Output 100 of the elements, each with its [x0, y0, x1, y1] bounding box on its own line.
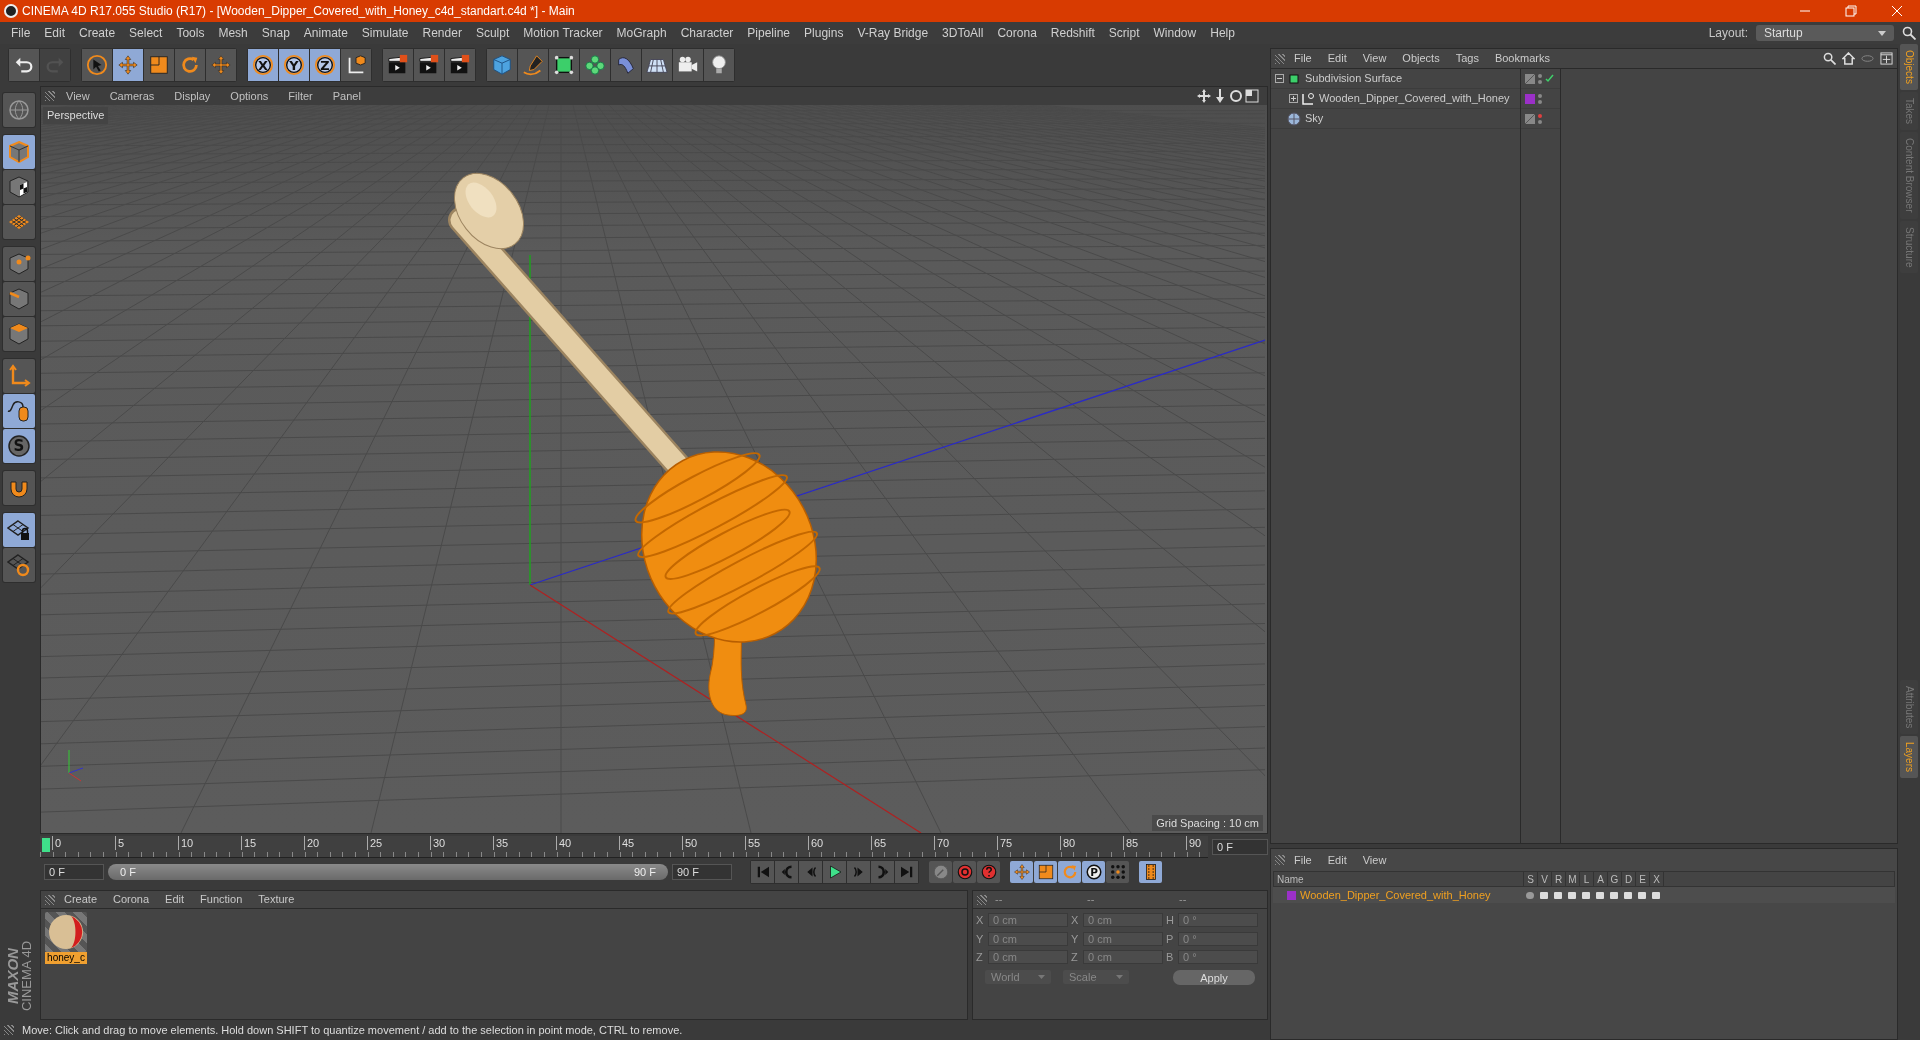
tool-button[interactable] — [414, 49, 444, 81]
enabled-check-icon[interactable] — [1545, 74, 1554, 83]
object-menu-item[interactable]: Tags — [1448, 50, 1486, 67]
material-swatch[interactable] — [45, 912, 87, 952]
material-menu-item[interactable]: Function — [193, 891, 250, 908]
move-arrows-icon — [117, 54, 139, 76]
viewport-menu-item[interactable]: View — [57, 87, 99, 105]
viewport-menu-item[interactable]: Panel — [323, 87, 370, 105]
object-name[interactable]: Wooden_Dipper_Covered_with_Honey — [1319, 90, 1510, 107]
tool-button[interactable] — [704, 49, 734, 81]
layout-dropdown[interactable]: Startup — [1756, 25, 1894, 41]
frame-range-slider[interactable]: 0 F 90 F — [108, 864, 668, 880]
current-frame-field[interactable]: 0 F — [1212, 839, 1268, 855]
menu-item[interactable]: 3DToAll — [935, 24, 991, 42]
menu-item[interactable]: V-Ray Bridge — [850, 24, 936, 42]
expand-icon[interactable] — [1289, 94, 1298, 103]
tool-button[interactable] — [673, 49, 703, 81]
material-name[interactable]: honey_c — [45, 952, 87, 964]
object-menu-item[interactable]: Objects — [1395, 50, 1447, 67]
material-menu-item[interactable]: Create — [57, 891, 105, 908]
layer-color-swatch[interactable] — [1287, 890, 1296, 900]
home-icon[interactable] — [1842, 52, 1855, 65]
clapperboard-icon — [449, 54, 471, 76]
end-frame-field[interactable]: 90 F — [672, 864, 732, 880]
menu-item[interactable]: Pipeline — [740, 24, 798, 42]
tool-button[interactable] — [445, 49, 475, 81]
new-panel-icon[interactable] — [1880, 52, 1893, 65]
orbit-icon[interactable] — [1229, 89, 1243, 103]
menu-item[interactable]: Select — [122, 24, 170, 42]
frame-number: 90 — [1186, 836, 1202, 850]
tool-button[interactable] — [3, 394, 35, 428]
material-menu-item[interactable]: Corona — [106, 891, 157, 908]
tool-button[interactable] — [3, 513, 35, 547]
frame-number: 10 — [178, 836, 194, 850]
menu-item[interactable]: Simulate — [354, 24, 416, 42]
tool-button[interactable] — [341, 49, 371, 81]
menu-item[interactable]: Character — [673, 24, 741, 42]
viewport-menu-item[interactable]: Display — [165, 87, 220, 105]
layer-menu-item[interactable]: View — [1355, 851, 1394, 869]
menu-item[interactable]: Sculpt — [468, 24, 517, 42]
menu-item[interactable]: Motion Tracker — [516, 24, 610, 42]
menu-item[interactable]: MoGraph — [609, 24, 674, 42]
menu-item[interactable]: Edit — [37, 24, 73, 42]
visibility-dots[interactable] — [1538, 93, 1542, 104]
tool-button[interactable] — [82, 49, 112, 81]
tool-button[interactable] — [549, 49, 579, 81]
viewport-menu-item[interactable]: Filter — [279, 87, 322, 105]
menu-item[interactable]: Plugins — [797, 24, 851, 42]
menu-item[interactable]: Window — [1146, 24, 1204, 42]
object-menu-item[interactable]: View — [1355, 50, 1394, 67]
object-name[interactable]: Subdivision Surface — [1305, 70, 1403, 87]
visibility-dots[interactable] — [1538, 113, 1542, 124]
menu-item[interactable]: Snap — [254, 24, 297, 42]
search-icon[interactable] — [1902, 26, 1916, 40]
maximize-icon[interactable] — [1245, 89, 1259, 103]
menu-item[interactable]: Script — [1101, 24, 1147, 42]
menu-item[interactable]: Render — [415, 24, 469, 42]
layer-menu-item[interactable]: Edit — [1320, 851, 1354, 869]
viewport-menu-item[interactable]: Cameras — [100, 87, 164, 105]
object-menu-item[interactable]: File — [1287, 50, 1319, 67]
scale-icon — [148, 54, 170, 76]
tool-button[interactable] — [9, 49, 39, 81]
menu-item[interactable]: Create — [72, 24, 123, 42]
viewport-menu-item[interactable]: Options — [221, 87, 278, 105]
menu-item[interactable]: Help — [1203, 24, 1242, 42]
tool-button[interactable] — [3, 170, 35, 204]
frame-number: 40 — [556, 836, 572, 850]
tool-button[interactable] — [383, 49, 413, 81]
collapse-icon[interactable] — [1275, 74, 1284, 83]
axis-label: H — [1166, 913, 1175, 928]
visibility-dots[interactable] — [1538, 73, 1542, 84]
menu-item[interactable]: File — [4, 24, 38, 42]
tool-button[interactable] — [823, 861, 846, 883]
tool-button[interactable]: P — [1082, 861, 1105, 883]
dropdown-caret-icon — [1116, 975, 1123, 979]
menu-item[interactable]: Mesh — [211, 24, 255, 42]
axis-label: X — [1071, 913, 1080, 928]
menu-item[interactable]: Animate — [296, 24, 355, 42]
menu-item[interactable]: Redshift — [1043, 24, 1102, 42]
menu-item[interactable]: Corona — [990, 24, 1044, 42]
layer-menu-item[interactable]: File — [1287, 851, 1319, 869]
side-tab[interactable]: Objects — [1900, 44, 1918, 90]
grip-icon — [1275, 53, 1285, 64]
material-menu-item[interactable]: Texture — [251, 891, 302, 908]
object-menu-item[interactable]: Bookmarks — [1487, 50, 1557, 67]
zoom-arrow-icon[interactable] — [1213, 89, 1227, 103]
start-frame-field[interactable]: 0 F — [44, 864, 104, 880]
tool-button[interactable] — [3, 548, 35, 582]
object-menu-item[interactable]: Edit — [1320, 50, 1354, 67]
layer-color-swatch[interactable] — [1525, 93, 1535, 104]
pan-icon[interactable] — [1197, 89, 1211, 103]
object-name[interactable]: Sky — [1305, 110, 1324, 127]
search-icon[interactable] — [1823, 52, 1836, 65]
menu-item[interactable]: Tools — [169, 24, 212, 42]
material-menu-item[interactable]: Edit — [158, 891, 192, 908]
cube-icon — [491, 54, 513, 76]
apply-button[interactable]: Apply — [1173, 969, 1255, 985]
timeline-ruler[interactable]: 0 5 10 15 20 25 30 35 40 45 50 55 60 65 70 75 80 85 90 — [40, 836, 1208, 858]
side-tab[interactable]: Layers — [1900, 736, 1918, 778]
tool-button[interactable] — [642, 49, 672, 81]
